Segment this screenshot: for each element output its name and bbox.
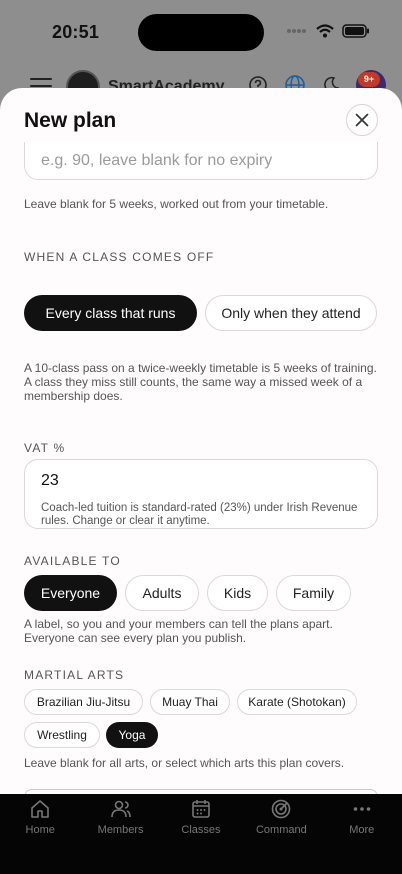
available-to-label: AVAILABLE TO [24,554,121,568]
expiry-help: Leave blank for 5 weeks, worked out from… [24,197,329,211]
expiry-days-input[interactable]: e.g. 90, leave blank for no expiry [24,142,378,180]
tab-members[interactable]: Members [80,794,160,874]
radar-icon [272,799,291,819]
cellular-dots-icon [287,29,306,33]
art-yoga-chip[interactable]: Yoga [106,722,158,748]
available-family-option[interactable]: Family [276,575,351,611]
home-icon [31,800,49,818]
close-icon [355,113,369,127]
dynamic-island [138,14,264,51]
vat-note: Coach-led tuition is standard-rated (23%… [41,502,358,527]
status-bar: 20:51 [0,0,402,64]
notification-count-badge: 9+ [358,72,380,87]
calendar-icon [192,800,210,818]
tab-command-label: Command [255,824,307,836]
wifi-icon [316,24,334,38]
more-icon [353,807,371,811]
class-off-label: WHEN A CLASS COMES OFF [24,250,215,264]
new-plan-sheet: New plan e.g. 90, leave blank for no exp… [0,88,402,794]
tab-classes-label: Classes [181,824,221,836]
vat-value: 23 [41,472,59,489]
sheet-title: New plan [24,109,117,132]
members-icon [110,800,131,818]
martial-arts-help: Leave blank for all arts, or select whic… [24,756,345,770]
close-button[interactable] [346,104,378,136]
available-kids-option[interactable]: Kids [207,575,268,611]
only-attend-option[interactable]: Only when they attend [205,295,377,331]
art-bjj-chip[interactable]: Brazilian Jiu-Jitsu [24,689,143,715]
martial-arts-label: MARTIAL ARTS [24,668,125,682]
class-off-help: A 10-class pass on a twice-weekly timeta… [24,361,377,403]
status-time: 20:51 [52,22,100,42]
available-to-help: A label, so you and your members can tel… [24,617,333,645]
tab-more[interactable]: More [322,794,402,874]
art-karate-chip[interactable]: Karate (Shotokan) [237,689,357,715]
tab-members-label: Members [97,824,144,836]
tab-command[interactable]: Command [241,794,321,874]
tab-home-label: Home [25,824,55,836]
art-wrestling-chip[interactable]: Wrestling [24,722,100,748]
available-everyone-option[interactable]: Everyone [24,575,117,611]
vat-label: VAT % [24,441,66,455]
available-adults-option[interactable]: Adults [125,575,199,611]
battery-icon [342,24,369,38]
every-class-option[interactable]: Every class that runs [24,295,197,331]
tab-bar: Home Members Classes Command More [0,794,402,874]
tab-more-label: More [349,824,375,836]
art-muay-thai-chip[interactable]: Muay Thai [150,689,230,715]
tab-classes[interactable]: Classes [161,794,241,874]
status-icons [286,24,370,38]
vat-input[interactable]: 23 Coach-led tuition is standard-rated (… [24,459,378,529]
tab-home[interactable]: Home [0,794,80,874]
